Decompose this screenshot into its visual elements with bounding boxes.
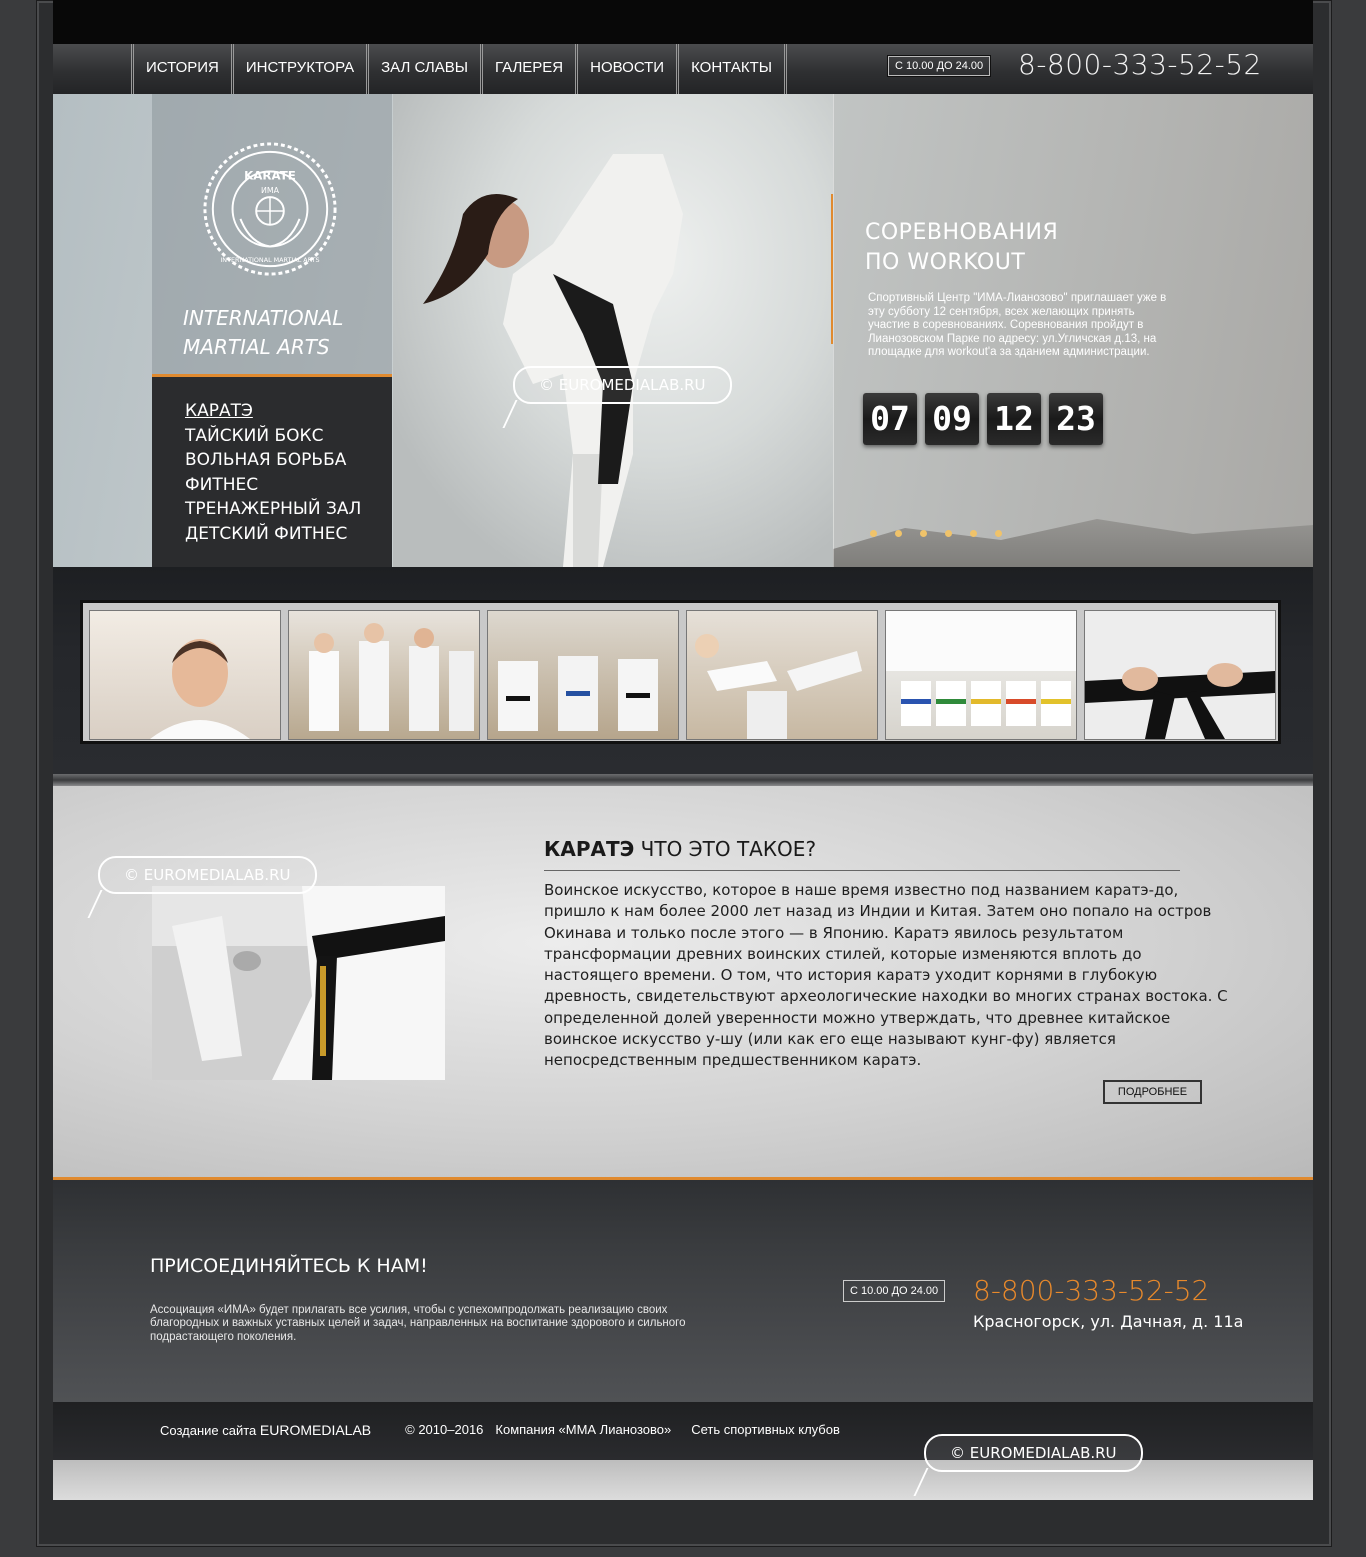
footer-created-prefix: Создание сайта: [160, 1423, 260, 1438]
emblem-ima-text: ИМА: [261, 186, 280, 195]
top-bar: [53, 0, 1313, 44]
gallery-thumb-black-belt[interactable]: [1084, 610, 1276, 740]
boy-portrait-image: [150, 639, 250, 739]
slider-dot[interactable]: [995, 530, 1002, 537]
footer-created-brand: EUROMEDIALAB: [259, 1422, 372, 1438]
sports-menu-item-thai-boxing[interactable]: ТАЙСКИЙ БОКС: [185, 424, 361, 449]
gallery-thumb-kids-sitting[interactable]: [885, 610, 1077, 740]
sports-menu-item-karate[interactable]: КАРАТЭ: [185, 399, 361, 424]
slider-dot[interactable]: [945, 530, 952, 537]
karate-fighter-image: [423, 154, 683, 567]
brand-title-line2: MARTIAL ARTS: [183, 335, 330, 359]
brand-title: INTERNATIONAL MARTIAL ARTS: [183, 304, 343, 362]
black-belt-image: [1085, 611, 1275, 739]
hero-accent-line: [831, 194, 833, 344]
section-divider: [53, 774, 1313, 786]
event-title-line2: ПО WORKOUT: [865, 250, 1026, 275]
slider-dot[interactable]: [970, 530, 977, 537]
emblem-ima-full-text: INTERNATIONAL MARTIAL ARTS: [220, 256, 319, 264]
hero-banner: KARATE ИМА INTERNATIONAL MARTIAL ARTS IN…: [53, 94, 1313, 567]
event-countdown: 07 09 12 23: [863, 393, 1103, 445]
emblem-karate-text: KARATE: [244, 168, 296, 182]
hero-mountains: [833, 519, 1313, 567]
karate-emblem-icon: KARATE ИМА INTERNATIONAL MARTIAL ARTS: [203, 142, 337, 276]
header-phone[interactable]: 8-800-333-52-52: [1018, 48, 1262, 81]
footer-company: Компания «ММА Лианозово»: [495, 1422, 672, 1437]
footer-phone[interactable]: 8-800-333-52-52: [973, 1274, 1209, 1307]
kids-class-image: [498, 656, 658, 731]
brand-title-line1: INTERNATIONAL: [183, 306, 344, 330]
kids-sitting-image: [886, 611, 1076, 726]
nav-item-news[interactable]: НОВОСТИ: [575, 44, 676, 94]
sports-menu-item-gym[interactable]: ТРЕНАЖЕРНЫЙ ЗАЛ: [185, 497, 361, 522]
footer-copyright: © 2010–2016: [405, 1422, 484, 1437]
footer-opening-hours: С 10.00 ДО 24.00: [843, 1280, 946, 1302]
nav-item-history[interactable]: ИСТОРИЯ: [131, 44, 231, 94]
event-title: СОРЕВНОВАНИЯ ПО WORKOUT: [865, 218, 1058, 278]
event-title-line1: СОРЕВНОВАНИЯ: [865, 220, 1059, 245]
countdown-hours: 09: [925, 393, 979, 445]
join-title: ПРИСОЕДИНЯЙТЕСЬ К НАМ!: [150, 1255, 428, 1277]
nav-item-hall-of-fame[interactable]: ЗАЛ СЛАВЫ: [366, 44, 480, 94]
countdown-seconds: 23: [1049, 393, 1103, 445]
footer-network: Сеть спортивных клубов: [691, 1422, 840, 1437]
about-title-bold: КАРАТЭ: [544, 837, 635, 861]
sports-menu-item-kids-fitness[interactable]: ДЕТСКИЙ ФИТНЕС: [185, 522, 361, 547]
nav-items: ИСТОРИЯ ИНСТРУКТОРА ЗАЛ СЛАВЫ ГАЛЕРЕЯ НО…: [131, 44, 788, 94]
kids-training-image: [309, 623, 474, 731]
about-title-rule: [544, 870, 1180, 871]
slider-dot[interactable]: [870, 530, 877, 537]
about-title-rest: ЧТО ЭТО ТАКОЕ?: [634, 837, 817, 861]
karate-black-belt-photo: [152, 886, 445, 1080]
kids-kicking-image: [695, 634, 862, 739]
join-text: Ассоциация «ИМА» будет прилагать все уси…: [150, 1304, 686, 1343]
sports-menu-list: КАРАТЭ ТАЙСКИЙ БОКС ВОЛЬНАЯ БОРЬБА ФИТНЕ…: [185, 399, 361, 546]
sports-menu: КАРАТЭ ТАЙСКИЙ БОКС ВОЛЬНАЯ БОРЬБА ФИТНЕ…: [152, 374, 392, 567]
nav-item-instructors[interactable]: ИНСТРУКТОРА: [230, 44, 366, 94]
footer-watermark: © EUROMEDIALAB.RU: [924, 1434, 1143, 1472]
gallery-thumb-kids-kicking[interactable]: [686, 610, 878, 740]
sports-menu-item-fitness[interactable]: ФИТНЕС: [185, 473, 361, 498]
countdown-days: 07: [863, 393, 917, 445]
event-description: Спортивный Центр "ИМА-Лианозово" приглаш…: [868, 292, 1167, 358]
nav-item-gallery[interactable]: ГАЛЕРЕЯ: [479, 44, 575, 94]
slider-dots: [870, 530, 1002, 537]
hero-watermark: © EUROMEDIALAB.RU: [513, 366, 732, 404]
sports-menu-item-wrestling[interactable]: ВОЛЬНАЯ БОРЬБА: [185, 448, 361, 473]
countdown-minutes: 12: [987, 393, 1041, 445]
more-button[interactable]: ПОДРОБНЕЕ: [1103, 1080, 1202, 1104]
about-text: Воинское искусство, которое в наше время…: [544, 881, 1228, 1070]
karate-photo-image: [152, 886, 445, 1080]
about-title: КАРАТЭ ЧТО ЭТО ТАКОЕ?: [544, 837, 816, 861]
opening-hours: С 10.00 ДО 24.00: [888, 56, 991, 76]
gallery-thumb-boy-portrait[interactable]: [89, 610, 281, 740]
footer-address: Красногорск, ул. Дачная, д. 11а: [973, 1312, 1244, 1331]
gallery-thumb-kids-class[interactable]: [487, 610, 679, 740]
photo-gallery: [80, 600, 1281, 744]
slider-dot[interactable]: [920, 530, 927, 537]
footer-links: Создание сайта EUROMEDIALAB © 2010–2016 …: [160, 1422, 840, 1438]
nav-item-contacts[interactable]: КОНТАКТЫ: [676, 44, 788, 94]
gallery-thumb-kids-training[interactable]: [288, 610, 480, 740]
hero-divider: [833, 94, 834, 567]
main-nav: ИСТОРИЯ ИНСТРУКТОРА ЗАЛ СЛАВЫ ГАЛЕРЕЯ НО…: [53, 44, 1313, 95]
slider-dot[interactable]: [895, 530, 902, 537]
about-watermark: © EUROMEDIALAB.RU: [98, 856, 317, 894]
footer-created[interactable]: Создание сайта EUROMEDIALAB: [160, 1422, 371, 1438]
